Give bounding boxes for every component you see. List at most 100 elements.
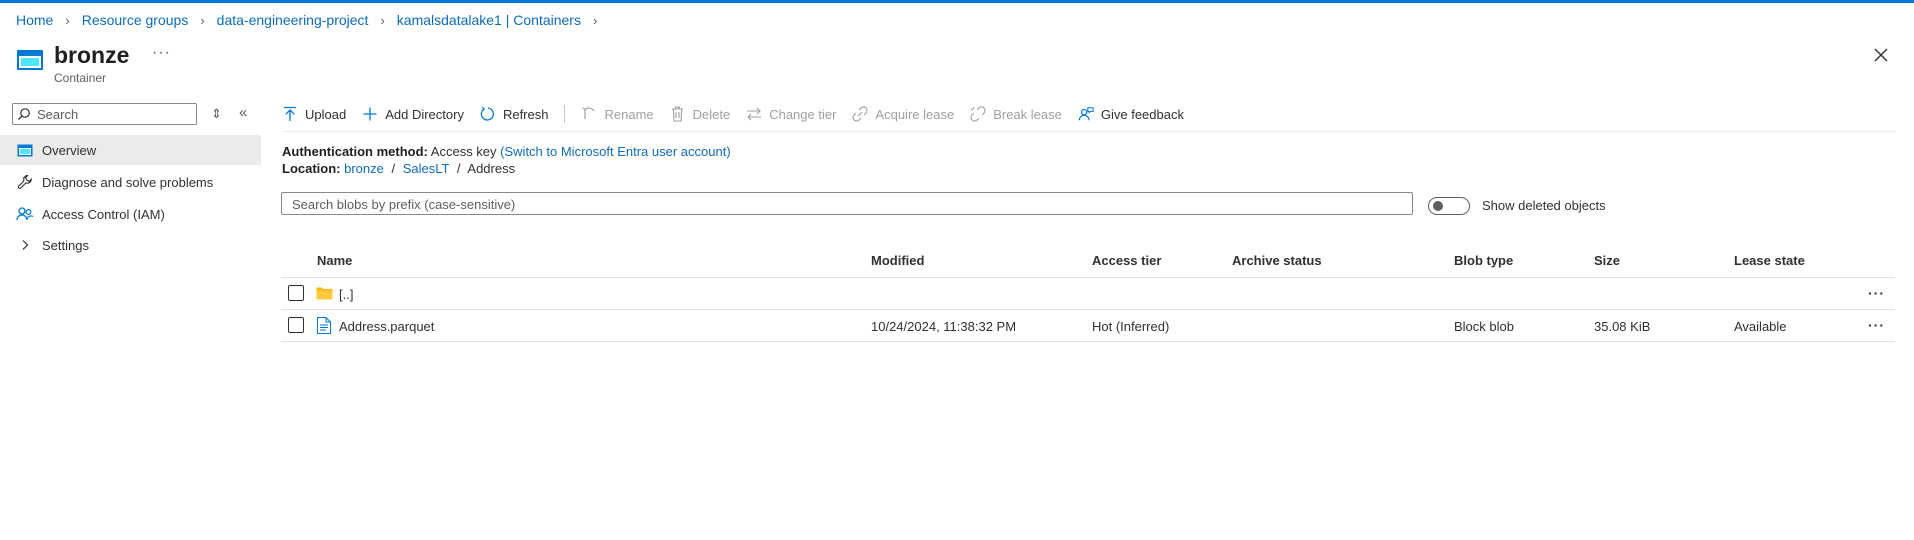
sort-toggle-icon[interactable]: ⇕ — [211, 106, 222, 122]
more-options-icon[interactable]: ··· — [152, 44, 171, 62]
location-row: Location: bronze / SalesLT / Address — [282, 161, 515, 176]
toolbar-underline — [282, 131, 1896, 132]
row-size: 35.08 KiB — [1594, 319, 1651, 334]
row-checkbox[interactable] — [288, 285, 304, 301]
row-name-file[interactable]: Address.parquet — [339, 319, 434, 334]
column-header-modified[interactable]: Modified — [871, 253, 924, 268]
add-directory-button[interactable]: Add Directory — [362, 106, 464, 122]
broken-link-icon — [970, 106, 986, 122]
column-header-blob-type[interactable]: Blob type — [1454, 253, 1513, 268]
row-access-tier: Hot (Inferred) — [1092, 319, 1170, 334]
blob-search-input[interactable] — [290, 193, 1404, 216]
column-header-size[interactable]: Size — [1594, 253, 1620, 268]
sidebar-item-overview[interactable]: Overview — [0, 135, 261, 165]
toolbar-divider — [564, 105, 566, 123]
upload-label: Upload — [305, 106, 347, 122]
portal-accent-bar — [0, 0, 1914, 3]
sidebar-item-label: Settings — [42, 237, 89, 253]
upload-icon — [282, 106, 298, 122]
location-separator: / — [391, 161, 396, 176]
delete-button[interactable]: Delete — [670, 106, 731, 122]
location-link-bronze[interactable]: bronze — [344, 161, 384, 176]
location-current: Address — [467, 161, 516, 176]
chevron-right-icon: › — [380, 12, 385, 28]
break-lease-label: Break lease — [993, 106, 1062, 122]
row-blob-type: Block blob — [1454, 319, 1514, 334]
search-icon — [18, 108, 30, 120]
chevron-right-icon: › — [200, 12, 205, 28]
link-icon — [852, 106, 868, 122]
auth-method-label: Authentication method: — [282, 144, 428, 159]
sidebar-search[interactable] — [12, 103, 197, 125]
close-icon[interactable] — [1870, 44, 1892, 66]
add-directory-label: Add Directory — [385, 106, 464, 122]
feedback-person-icon — [1078, 106, 1094, 122]
sidebar-search-input[interactable] — [35, 105, 189, 123]
refresh-label: Refresh — [502, 106, 549, 122]
rename-icon — [581, 106, 597, 122]
give-feedback-button[interactable]: Give feedback — [1078, 106, 1184, 122]
header-divider — [281, 277, 1895, 278]
location-link-saleslt[interactable]: SalesLT — [403, 161, 450, 176]
file-icon — [317, 317, 331, 334]
auth-method-row: Authentication method: Access key (Switc… — [282, 144, 731, 159]
page-title: bronze — [54, 42, 130, 68]
breadcrumb: Home › Resource groups › data-engineerin… — [16, 12, 609, 28]
row-more-icon[interactable]: ··· — [1868, 317, 1885, 333]
sidebar-item-label: Diagnose and solve problems — [42, 174, 214, 190]
location-label: Location: — [282, 161, 341, 176]
show-deleted-label: Show deleted objects — [1482, 198, 1606, 213]
trash-icon — [670, 106, 686, 122]
collapse-sidebar-icon[interactable]: « — [239, 104, 247, 121]
add-icon — [362, 106, 378, 122]
break-lease-button[interactable]: Break lease — [970, 106, 1062, 122]
auth-method-value: Access key — [430, 144, 497, 159]
breadcrumb-home[interactable]: Home — [16, 12, 53, 28]
folder-icon — [316, 287, 333, 300]
chevron-right-icon: › — [592, 12, 598, 28]
breadcrumb-containers[interactable]: kamalsdatalake1 | Containers — [397, 12, 581, 28]
change-tier-button[interactable]: Change tier — [746, 106, 836, 122]
sidebar-item-label: Access Control (IAM) — [42, 206, 165, 222]
container-icon — [16, 141, 34, 159]
page-subtitle: Container — [54, 71, 107, 85]
sidebar-item-iam[interactable]: Access Control (IAM) — [0, 199, 261, 229]
rename-label: Rename — [604, 106, 654, 122]
people-icon — [16, 205, 34, 223]
breadcrumb-resource-group[interactable]: data-engineering-project — [217, 12, 369, 28]
column-header-archive-status[interactable]: Archive status — [1232, 253, 1322, 268]
chevron-right-icon — [16, 236, 34, 254]
row-divider — [281, 341, 1895, 342]
upload-button[interactable]: Upload — [282, 106, 346, 122]
delete-label: Delete — [692, 106, 731, 122]
blob-search-box[interactable] — [281, 192, 1413, 216]
container-icon — [17, 50, 43, 70]
row-name-parent-folder[interactable]: [..] — [339, 287, 353, 302]
wrench-icon — [16, 173, 34, 191]
chevron-right-icon: › — [65, 12, 70, 28]
show-deleted-toggle[interactable] — [1428, 197, 1470, 215]
row-modified: 10/24/2024, 11:38:32 PM — [871, 319, 1017, 334]
row-more-icon[interactable]: ··· — [1868, 285, 1885, 301]
location-separator: / — [456, 161, 461, 176]
command-bar: Upload Add Directory Refresh Rename Dele… — [282, 102, 1200, 126]
column-header-lease-state[interactable]: Lease state — [1734, 253, 1805, 268]
column-header-name[interactable]: Name — [317, 253, 352, 268]
row-divider — [281, 309, 1895, 310]
give-feedback-label: Give feedback — [1100, 106, 1184, 122]
row-lease-state: Available — [1734, 319, 1787, 334]
swap-arrows-icon — [746, 106, 762, 122]
column-header-access-tier[interactable]: Access tier — [1092, 253, 1161, 268]
acquire-lease-button[interactable]: Acquire lease — [852, 106, 954, 122]
sidebar-item-settings[interactable]: Settings — [0, 230, 261, 260]
sidebar-item-diagnose[interactable]: Diagnose and solve problems — [0, 167, 261, 197]
switch-auth-link[interactable]: (Switch to Microsoft Entra user account) — [500, 144, 730, 159]
row-checkbox[interactable] — [288, 317, 304, 333]
refresh-icon — [480, 106, 496, 122]
rename-button[interactable]: Rename — [581, 106, 654, 122]
refresh-button[interactable]: Refresh — [480, 106, 549, 122]
change-tier-label: Change tier — [769, 106, 837, 122]
toggle-knob — [1433, 201, 1443, 211]
breadcrumb-resource-groups[interactable]: Resource groups — [82, 12, 189, 28]
acquire-lease-label: Acquire lease — [875, 106, 955, 122]
